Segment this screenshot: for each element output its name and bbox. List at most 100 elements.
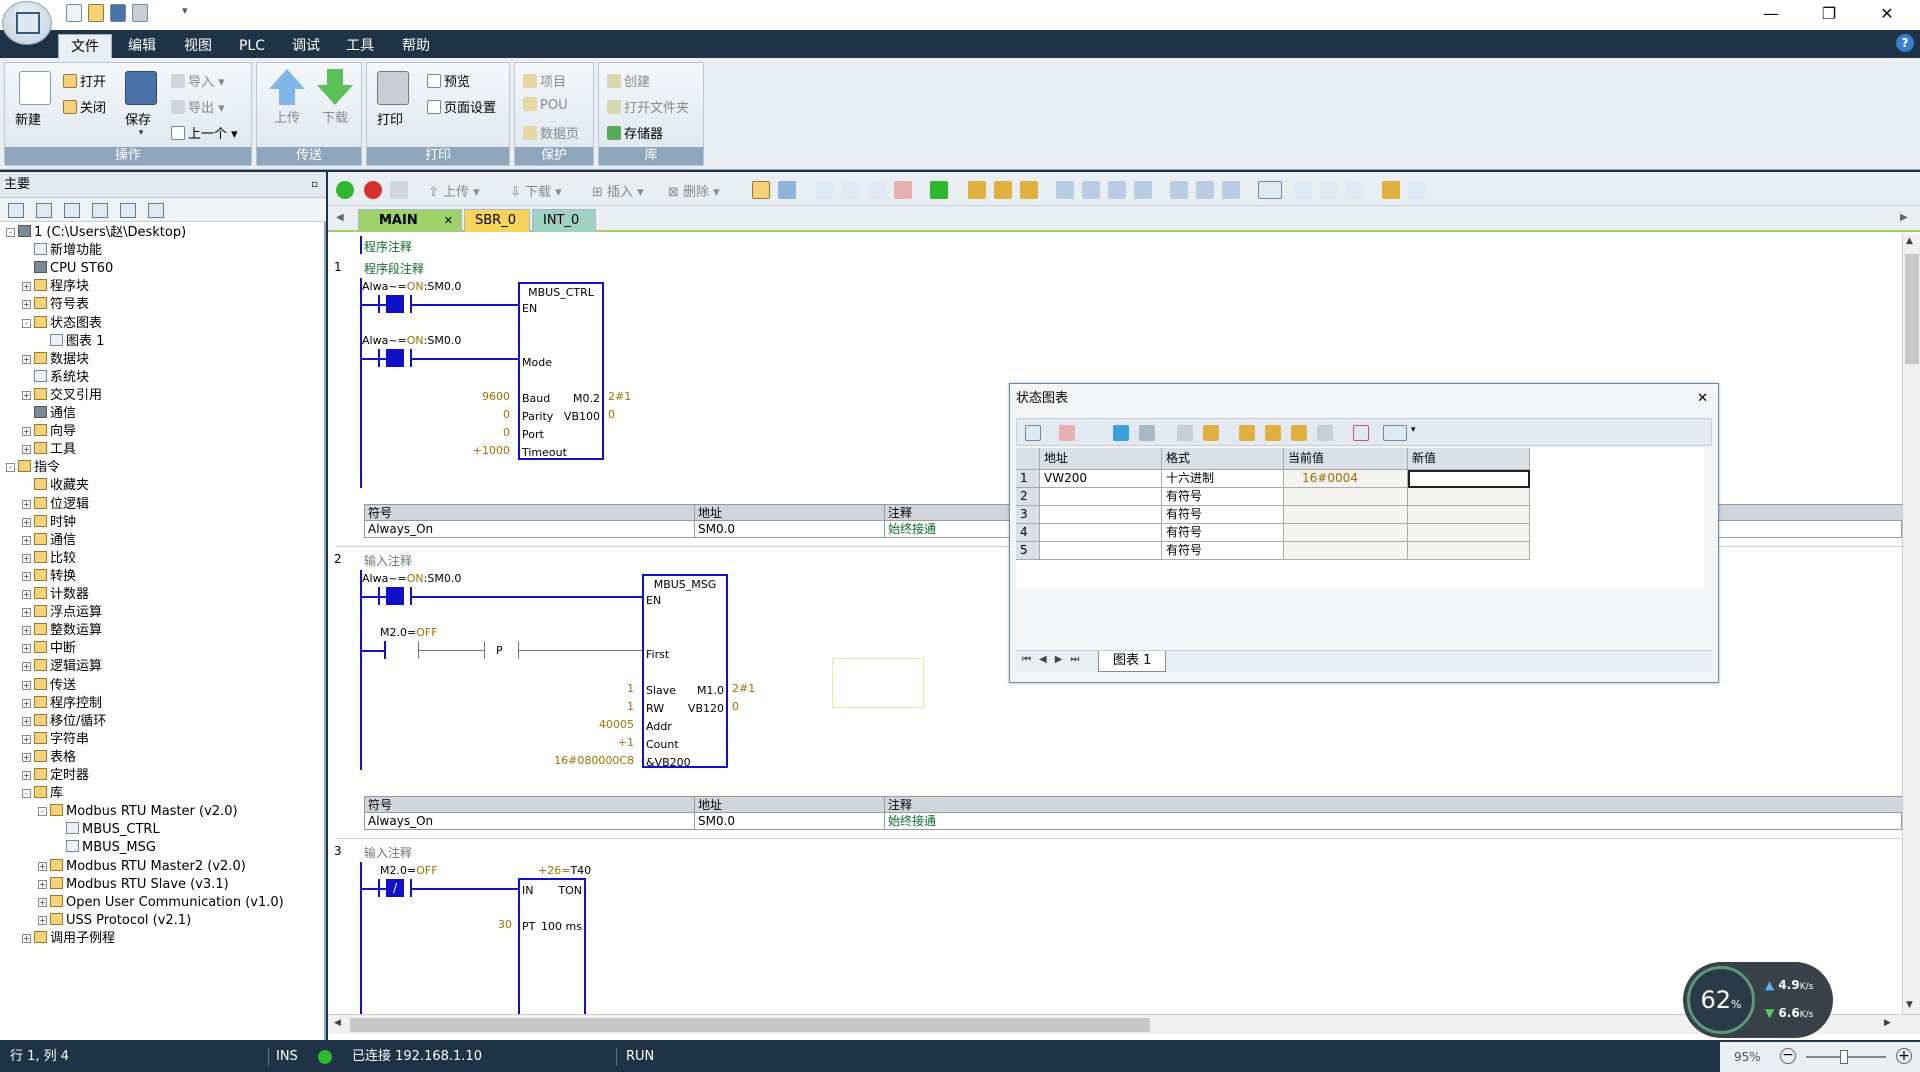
expander-icon[interactable]: + xyxy=(22,517,31,527)
expander-icon[interactable]: + xyxy=(22,771,31,780)
menu-file[interactable]: 文件 xyxy=(58,34,112,58)
tree-item[interactable]: + 浮点运算 xyxy=(22,604,102,622)
tree-item[interactable]: + 比较 xyxy=(22,550,76,568)
expander-icon[interactable]: + xyxy=(22,698,31,708)
zoom-out-icon[interactable]: − xyxy=(1780,1048,1796,1064)
network-comment[interactable]: 程序段注释 xyxy=(364,260,424,277)
current-value-cell[interactable]: 16#0004 xyxy=(1284,470,1408,488)
tree-item[interactable]: 图表 1 xyxy=(38,333,104,351)
current-value-cell[interactable] xyxy=(1284,524,1408,542)
tab-scroll-left-icon[interactable]: ◀ xyxy=(336,212,344,223)
address-cell[interactable] xyxy=(1040,542,1162,560)
format-cell[interactable]: 有符号 xyxy=(1162,488,1284,506)
row-number[interactable]: 5 xyxy=(1016,542,1040,560)
tab-scroll-right-icon[interactable]: ▶ xyxy=(1900,212,1908,223)
lock-icon[interactable] xyxy=(1020,181,1038,199)
address-cell[interactable]: VW200 xyxy=(1040,470,1162,488)
memory-button[interactable]: 存储器 xyxy=(607,123,663,142)
network-comment[interactable]: 输入注释 xyxy=(364,552,412,569)
current-value-cell[interactable] xyxy=(1284,506,1408,524)
mbus-msg-block[interactable]: MBUS_MSG EN First Slave RW Addr Count &V… xyxy=(642,574,728,769)
expander-icon[interactable]: + xyxy=(22,390,31,400)
expander-icon[interactable]: + xyxy=(22,644,31,654)
tree-item[interactable]: + 工具 xyxy=(22,441,76,459)
sheet-tab-chart1[interactable]: 图表 1 xyxy=(1098,651,1167,672)
tree-item[interactable]: + Open User Communication (v1.0) xyxy=(38,894,284,912)
expander-icon[interactable]: + xyxy=(22,499,31,509)
expander-icon[interactable]: + xyxy=(22,933,31,943)
tree-item[interactable]: - 1 (C:\Users\赵\Desktop) xyxy=(6,224,186,242)
tree-item[interactable]: 通信 xyxy=(22,405,76,423)
expander-icon[interactable]: + xyxy=(22,680,31,690)
force-icon[interactable] xyxy=(1239,425,1255,441)
tree-item[interactable]: 收藏夹 xyxy=(22,477,89,495)
expander-icon[interactable]: + xyxy=(38,879,47,889)
format-cell[interactable]: 有符号 xyxy=(1162,506,1284,524)
chart-icon[interactable] xyxy=(120,203,136,218)
continuous-monitor-icon[interactable] xyxy=(1113,425,1129,441)
preview-button[interactable]: 预览 xyxy=(427,71,470,90)
tool-icon[interactable] xyxy=(1382,181,1400,199)
tree-item[interactable]: + 逻辑运算 xyxy=(22,658,102,676)
read-forced-icon[interactable] xyxy=(1317,425,1333,441)
tree-item[interactable]: MBUS_CTRL xyxy=(54,821,160,839)
tree-item[interactable]: + 字符串 xyxy=(22,731,89,749)
delete-row-icon[interactable] xyxy=(1059,425,1075,441)
tree-item[interactable]: - Modbus RTU Master (v2.0) xyxy=(38,803,238,821)
tool-icon[interactable] xyxy=(1346,181,1364,199)
menu-debug[interactable]: 调试 xyxy=(284,34,328,58)
new-value-cell[interactable] xyxy=(1408,470,1530,488)
expander-icon[interactable]: + xyxy=(22,716,31,726)
tree-item[interactable]: + USS Protocol (v2.1) xyxy=(38,912,191,930)
grid-header[interactable]: 地址 xyxy=(1040,448,1162,470)
previous-button[interactable]: 上一个 ▾ xyxy=(171,123,238,142)
unforce-icon[interactable] xyxy=(1265,425,1281,441)
sheet-nav-icon[interactable]: ⏮◀▶⏭ xyxy=(1022,654,1087,665)
stop-icon[interactable] xyxy=(364,181,382,199)
expander-icon[interactable]: - xyxy=(6,463,15,473)
qa-dropdown-icon[interactable]: ▾ xyxy=(182,4,188,17)
close-window-button[interactable]: ✕ xyxy=(1858,0,1916,30)
row-number[interactable]: 3 xyxy=(1016,506,1040,524)
tree-item[interactable]: MBUS_MSG xyxy=(54,839,156,857)
new-icon[interactable] xyxy=(66,4,82,22)
tree-item[interactable]: - 状态图表 xyxy=(22,315,102,333)
tab-int0[interactable]: INT_0 xyxy=(532,209,596,232)
menu-plc[interactable]: PLC xyxy=(230,34,274,58)
open-button[interactable]: 打开 xyxy=(63,71,106,90)
contact-icon[interactable] xyxy=(1056,181,1074,199)
tree-item[interactable]: + 中断 xyxy=(22,640,76,658)
menu-help[interactable]: 帮助 xyxy=(394,34,438,58)
zoom-slider-thumb[interactable] xyxy=(1840,1050,1848,1064)
tree-item[interactable]: - 指令 xyxy=(6,459,60,477)
download-button[interactable]: 下载 xyxy=(317,69,353,126)
expander-icon[interactable]: + xyxy=(22,734,31,744)
tree-item[interactable]: + Modbus RTU Slave (v3.1) xyxy=(38,876,229,894)
format-cell[interactable]: 有符号 xyxy=(1162,542,1284,560)
download-tool-button[interactable]: ⇩ 下载 ▾ xyxy=(510,181,562,200)
insert-tool-button[interactable]: ⊞ 插入 ▾ xyxy=(592,181,644,200)
tree-item[interactable]: + 计数器 xyxy=(22,586,89,604)
new-button[interactable]: 新建 xyxy=(15,71,51,128)
menu-edit[interactable]: 编辑 xyxy=(120,34,164,58)
unforce-all-icon[interactable] xyxy=(1291,425,1307,441)
expander-icon[interactable]: - xyxy=(6,228,15,237)
coil-insert-icon[interactable] xyxy=(1196,181,1214,199)
tree-item[interactable]: + 数据块 xyxy=(22,351,89,369)
delete-tool-button[interactable]: ⊠ 删除 ▾ xyxy=(668,181,720,200)
page-icon[interactable] xyxy=(92,203,108,218)
print-icon[interactable] xyxy=(132,4,148,22)
address-cell[interactable] xyxy=(1040,506,1162,524)
app-menu-button[interactable] xyxy=(2,1,52,45)
help-icon[interactable]: ? xyxy=(1896,34,1914,52)
tree-item[interactable]: -库 xyxy=(22,785,63,803)
program-comment[interactable]: 程序注释 xyxy=(364,238,412,255)
print-button[interactable]: 打印 xyxy=(377,71,409,128)
open-icon[interactable] xyxy=(88,4,104,22)
tree-item[interactable]: + 符号表 xyxy=(22,296,89,314)
pin-icon[interactable]: ▫ xyxy=(311,172,318,198)
expander-icon[interactable]: + xyxy=(22,445,31,455)
tree-item[interactable]: + 传送 xyxy=(22,677,76,695)
compile-icon[interactable] xyxy=(390,181,408,199)
selection-box[interactable] xyxy=(832,658,924,708)
